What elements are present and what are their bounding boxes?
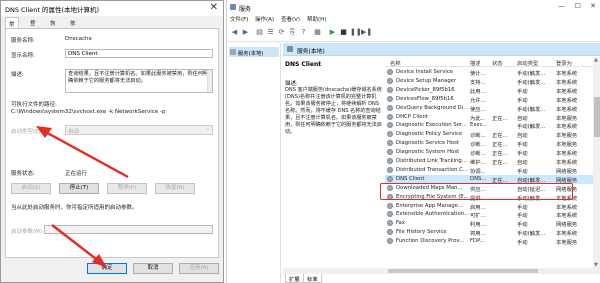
- annotation-arrows: [36, 126, 129, 268]
- arrow-to-startup-type: [41, 128, 129, 179]
- arrowhead-startup-type: [36, 126, 52, 138]
- arrow-to-ok-button: [51, 224, 101, 263]
